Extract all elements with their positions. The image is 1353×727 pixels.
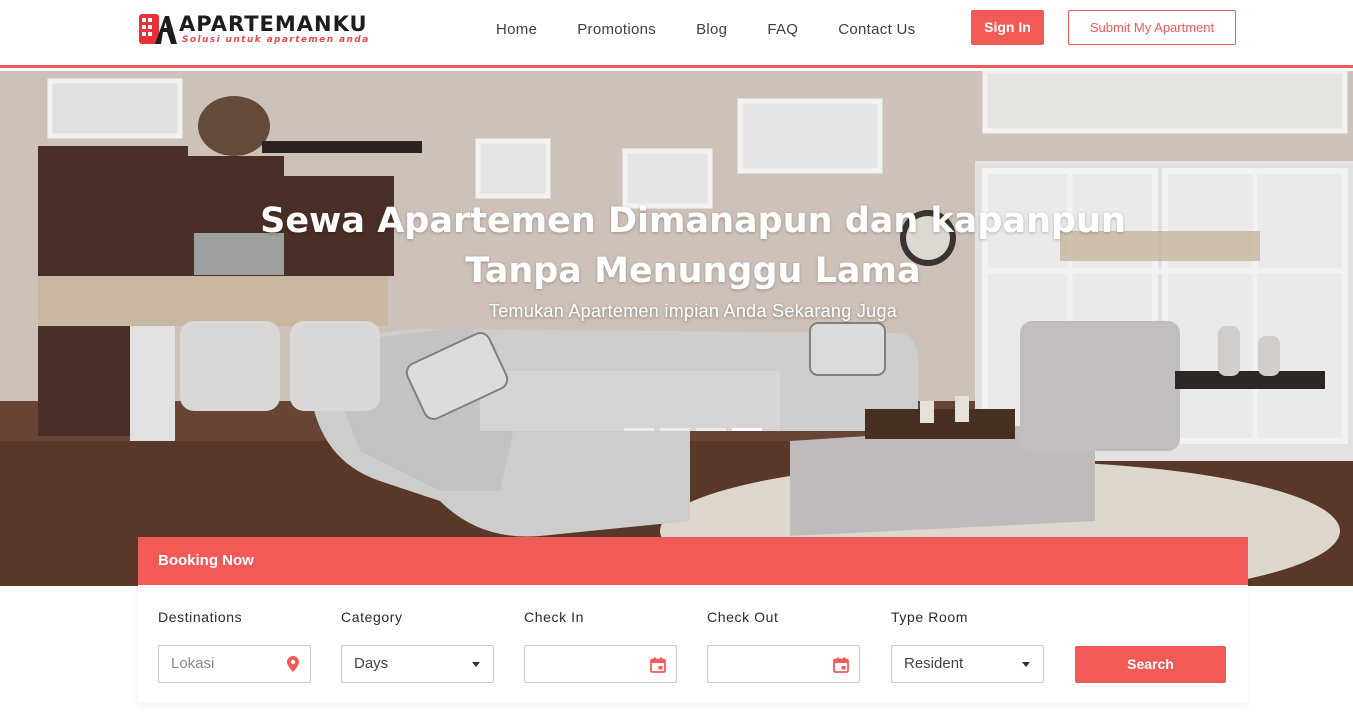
nav-blog[interactable]: Blog [696,20,727,40]
check-out-label: Check Out [707,609,779,625]
chevron-down-icon [1022,662,1030,667]
booking-form: Destinations Lokasi Category Days Check … [138,585,1248,703]
logo-icon [137,12,177,46]
brand-logo[interactable]: APARTEMANKU Solusi untuk apartemen anda [137,12,370,46]
nav-faq[interactable]: FAQ [767,20,798,40]
check-out-field: Check Out [707,609,860,683]
hero-background-image [0,71,1353,586]
carousel-dot-1[interactable] [624,428,654,431]
destinations-label: Destinations [158,609,243,625]
destinations-placeholder: Lokasi [171,655,215,672]
hero-title: Sewa Apartemen Dimanapun dan kapanpun Ta… [0,196,1353,296]
carousel-dot-4[interactable] [732,428,762,431]
brand-name: APARTEMANKU [179,11,368,36]
carousel-indicators [624,428,768,431]
check-in-label: Check In [524,609,585,625]
submit-apartment-button[interactable]: Submit My Apartment [1068,10,1236,45]
type-room-value: Resident [904,655,964,672]
check-out-input[interactable] [707,645,860,683]
booking-header: Booking Now [138,537,1248,585]
category-value: Days [354,655,389,672]
destinations-field: Destinations Lokasi [158,609,311,683]
logo-text: APARTEMANKU Solusi untuk apartemen anda [179,13,370,46]
hero-banner: Sewa Apartemen Dimanapun dan kapanpun Ta… [0,71,1353,586]
map-pin-icon [287,656,299,677]
destinations-input[interactable]: Lokasi [158,645,311,683]
type-room-label: Type Room [891,609,968,625]
check-in-field: Check In [524,609,677,683]
hero-subtitle: Temukan Apartemen impian Anda Sekarang J… [488,301,898,321]
chevron-down-icon [472,662,480,667]
calendar-icon[interactable] [650,657,666,678]
category-field: Category Days [341,609,494,683]
category-select[interactable]: Days [341,645,494,683]
carousel-dot-2[interactable] [660,428,690,431]
brand-tagline: Solusi untuk apartemen anda [182,34,370,45]
search-button[interactable]: Search [1075,646,1226,683]
type-room-field: Type Room Resident [891,609,1044,683]
carousel-dot-3[interactable] [696,428,726,431]
sign-in-button[interactable]: Sign In [971,10,1044,45]
check-in-input[interactable] [524,645,677,683]
nav-promotions[interactable]: Promotions [577,20,656,40]
site-header: APARTEMANKU Solusi untuk apartemen anda … [0,0,1353,68]
calendar-icon[interactable] [833,657,849,678]
hero-title-line1: Sewa Apartemen Dimanapun dan kapanpun [260,201,1126,241]
category-label: Category [341,609,403,625]
booking-title: Booking Now [158,552,254,569]
nav-home[interactable]: Home [496,20,537,40]
nav-contact-us[interactable]: Contact Us [838,20,915,40]
type-room-select[interactable]: Resident [891,645,1044,683]
main-nav: Home Promotions Blog FAQ Contact Us [496,20,955,40]
hero-title-line2: Tanpa Menunggu Lama [465,251,921,291]
